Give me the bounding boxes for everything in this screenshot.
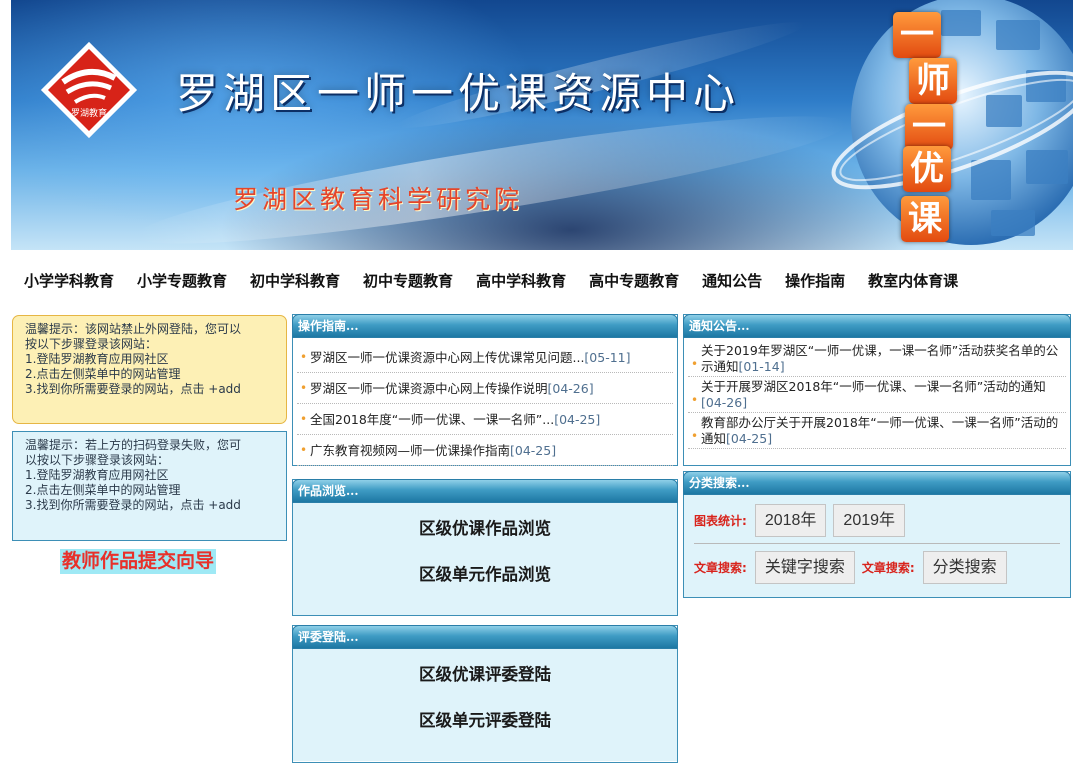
- nav-item-primary-subject[interactable]: 小学学科教育: [24, 270, 114, 292]
- judge-login-panel: 评委登陆... 区级优课评委登陆 区级单元评委登陆: [292, 625, 678, 763]
- chart-stats-row: 图表统计: 2018年 2019年: [694, 504, 1060, 537]
- works-browse-body: 区级优课作品浏览 区级单元作品浏览: [293, 503, 677, 615]
- site-subtitle: 罗湖区教育科学研究院: [233, 185, 524, 214]
- globe-char: 一: [893, 12, 941, 58]
- divider: [694, 543, 1060, 544]
- nav-item-senior-subject[interactable]: 高中学科教育: [476, 270, 566, 292]
- item-title: 广东教育视频网—师一优课操作指南: [310, 443, 511, 458]
- globe-char: 课: [901, 196, 949, 242]
- district-unit-browse-link[interactable]: 区级单元作品浏览: [293, 561, 677, 589]
- tip-line: 温馨提示：该网站禁止外网登陆，您可以: [25, 322, 242, 336]
- notice-panel-title[interactable]: 通知公告...: [683, 314, 1071, 338]
- nav-item-primary-topic[interactable]: 小学专题教育: [137, 270, 227, 292]
- tip-line: 2.点击左侧菜单中的网站管理: [25, 483, 181, 497]
- judge-login-title[interactable]: 评委登陆...: [292, 625, 678, 649]
- bullet-icon: •: [691, 393, 699, 407]
- tip-line: 温馨提示：若上方的扫码登录失败，您可: [25, 438, 242, 452]
- category-search-body: 图表统计: 2018年 2019年 文章搜索: 关键字搜索 文章搜索: 分类搜索: [684, 495, 1070, 597]
- list-item[interactable]: • 广东教育视频网—师一优课操作指南[04-25]: [297, 435, 673, 466]
- article-search-label: 文章搜索:: [861, 561, 915, 575]
- bullet-icon: •: [300, 443, 308, 457]
- item-title: 罗湖区一师一优课资源中心网上传优课常见问题...: [310, 350, 585, 365]
- article-search-label: 文章搜索:: [694, 561, 747, 575]
- globe-illustration: 一 师 一 优 课: [821, 0, 1073, 250]
- globe-char: 师: [909, 58, 957, 104]
- globe-char: 优: [903, 146, 951, 192]
- notice-list: • 关于2019年罗湖区“一师一优课，一课一名师”活动获奖名单的公示通知[01-1…: [684, 338, 1070, 449]
- tip-line: 2.点击左侧菜单中的网站管理: [25, 367, 181, 381]
- list-item[interactable]: • 教育部办公厅关于开展2018年“一师一优课、一课一名师”活动的通知[04-25…: [688, 413, 1066, 449]
- nav-item-indoor-pe[interactable]: 教室内体育课: [868, 270, 958, 292]
- globe-char: 一: [905, 104, 953, 150]
- list-item[interactable]: • 全国2018年度“一师一优课、一课一名师”...[04-25]: [297, 404, 673, 435]
- item-date: [04-25]: [726, 431, 773, 446]
- login-tip-qr-fallback: 温馨提示：若上方的扫码登录失败，您可 以按以下步骤登录该网站： 1.登陆罗湖教育…: [12, 431, 287, 541]
- works-browse-panel: 作品浏览... 区级优课作品浏览 区级单元作品浏览: [292, 479, 678, 616]
- list-item[interactable]: • 关于2019年罗湖区“一师一优课，一课一名师”活动获奖名单的公示通知[01-1…: [688, 341, 1066, 377]
- district-lesson-browse-link[interactable]: 区级优课作品浏览: [293, 515, 677, 543]
- stats-2018-button[interactable]: 2018年: [754, 504, 827, 537]
- bullet-icon: •: [300, 412, 308, 426]
- item-date: [01-14]: [738, 359, 785, 374]
- item-title: 关于开展罗湖区2018年“一师一优课、一课一名师”活动的通知: [701, 379, 1046, 394]
- nav-item-junior-topic[interactable]: 初中专题教育: [363, 270, 453, 292]
- judge-login-body: 区级优课评委登陆 区级单元评委登陆: [293, 649, 677, 761]
- tip-line: 3.找到你所需要登录的网站，点击 +add: [25, 498, 241, 512]
- district-lesson-judge-login-link[interactable]: 区级优课评委登陆: [293, 661, 677, 689]
- nav-item-guide[interactable]: 操作指南: [785, 270, 845, 292]
- nav-item-notices[interactable]: 通知公告: [702, 270, 762, 292]
- tip-line: 按以下步骤登录该网站：: [25, 337, 158, 351]
- item-date: [04-25]: [510, 443, 557, 458]
- item-title: 全国2018年度“一师一优课、一课一名师”...: [310, 412, 555, 427]
- guide-panel-title[interactable]: 操作指南...: [292, 314, 678, 338]
- logo-text: 罗湖教育: [71, 107, 107, 119]
- bullet-icon: •: [300, 381, 308, 395]
- tip-line: 以按以下步骤登录该网站：: [25, 453, 170, 467]
- site-title: 罗湖区一师一优课资源中心: [176, 69, 741, 118]
- list-item[interactable]: • 关于开展罗湖区2018年“一师一优课、一课一名师”活动的通知[04-26]: [688, 377, 1066, 413]
- teacher-submit-guide-link[interactable]: 教师作品提交向导: [60, 549, 217, 574]
- category-search-panel: 分类搜索... 图表统计: 2018年 2019年 文章搜索: 关键字搜索 文章…: [683, 471, 1071, 598]
- guide-list: • 罗湖区一师一优课资源中心网上传优课常见问题...[05-11] • 罗湖区一师一…: [293, 338, 677, 466]
- luohu-education-logo: 罗湖教育: [40, 41, 138, 139]
- tip-line: 1.登陆罗湖教育应用网社区: [25, 468, 169, 482]
- item-title: 罗湖区一师一优课资源中心网上传操作说明: [310, 381, 548, 396]
- tip-line: 3.找到你所需要登录的网站，点击 +add: [25, 382, 241, 396]
- article-search-row: 文章搜索: 关键字搜索 文章搜索: 分类搜索: [694, 551, 1060, 584]
- header-banner: 罗湖教育 罗湖区一师一优课资源中心 罗湖区教育科学研究院 一 师 一 优 课: [11, 0, 1073, 250]
- guide-panel: 操作指南... • 罗湖区一师一优课资源中心网上传优课常见问题...[05-11]…: [292, 314, 678, 466]
- works-browse-title[interactable]: 作品浏览...: [292, 479, 678, 503]
- list-item[interactable]: • 罗湖区一师一优课资源中心网上传操作说明[04-26]: [297, 373, 673, 404]
- bullet-icon: •: [691, 357, 699, 371]
- bullet-icon: •: [691, 429, 699, 443]
- main-nav: 小学学科教育 小学专题教育 初中学科教育 初中专题教育 高中学科教育 高中专题教…: [24, 270, 981, 292]
- item-date: [04-26]: [547, 381, 594, 396]
- item-date: [04-26]: [701, 395, 748, 410]
- category-search-button[interactable]: 分类搜索: [922, 551, 1007, 584]
- login-tip-external: 温馨提示：该网站禁止外网登陆，您可以 按以下步骤登录该网站： 1.登陆罗湖教育应…: [12, 315, 287, 424]
- tip-line: 1.登陆罗湖教育应用网社区: [25, 352, 169, 366]
- item-date: [04-25]: [554, 412, 601, 427]
- keyword-search-button[interactable]: 关键字搜索: [754, 551, 855, 584]
- notice-panel: 通知公告... • 关于2019年罗湖区“一师一优课，一课一名师”活动获奖名单的公…: [683, 314, 1071, 466]
- nav-item-junior-subject[interactable]: 初中学科教育: [250, 270, 340, 292]
- bullet-icon: •: [300, 350, 308, 364]
- district-unit-judge-login-link[interactable]: 区级单元评委登陆: [293, 707, 677, 735]
- list-item[interactable]: • 罗湖区一师一优课资源中心网上传优课常见问题...[05-11]: [297, 342, 673, 373]
- nav-item-senior-topic[interactable]: 高中专题教育: [589, 270, 679, 292]
- item-date: [05-11]: [584, 350, 631, 365]
- category-search-title[interactable]: 分类搜索...: [683, 471, 1071, 495]
- chart-stats-label: 图表统计:: [694, 514, 747, 528]
- stats-2019-button[interactable]: 2019年: [833, 504, 906, 537]
